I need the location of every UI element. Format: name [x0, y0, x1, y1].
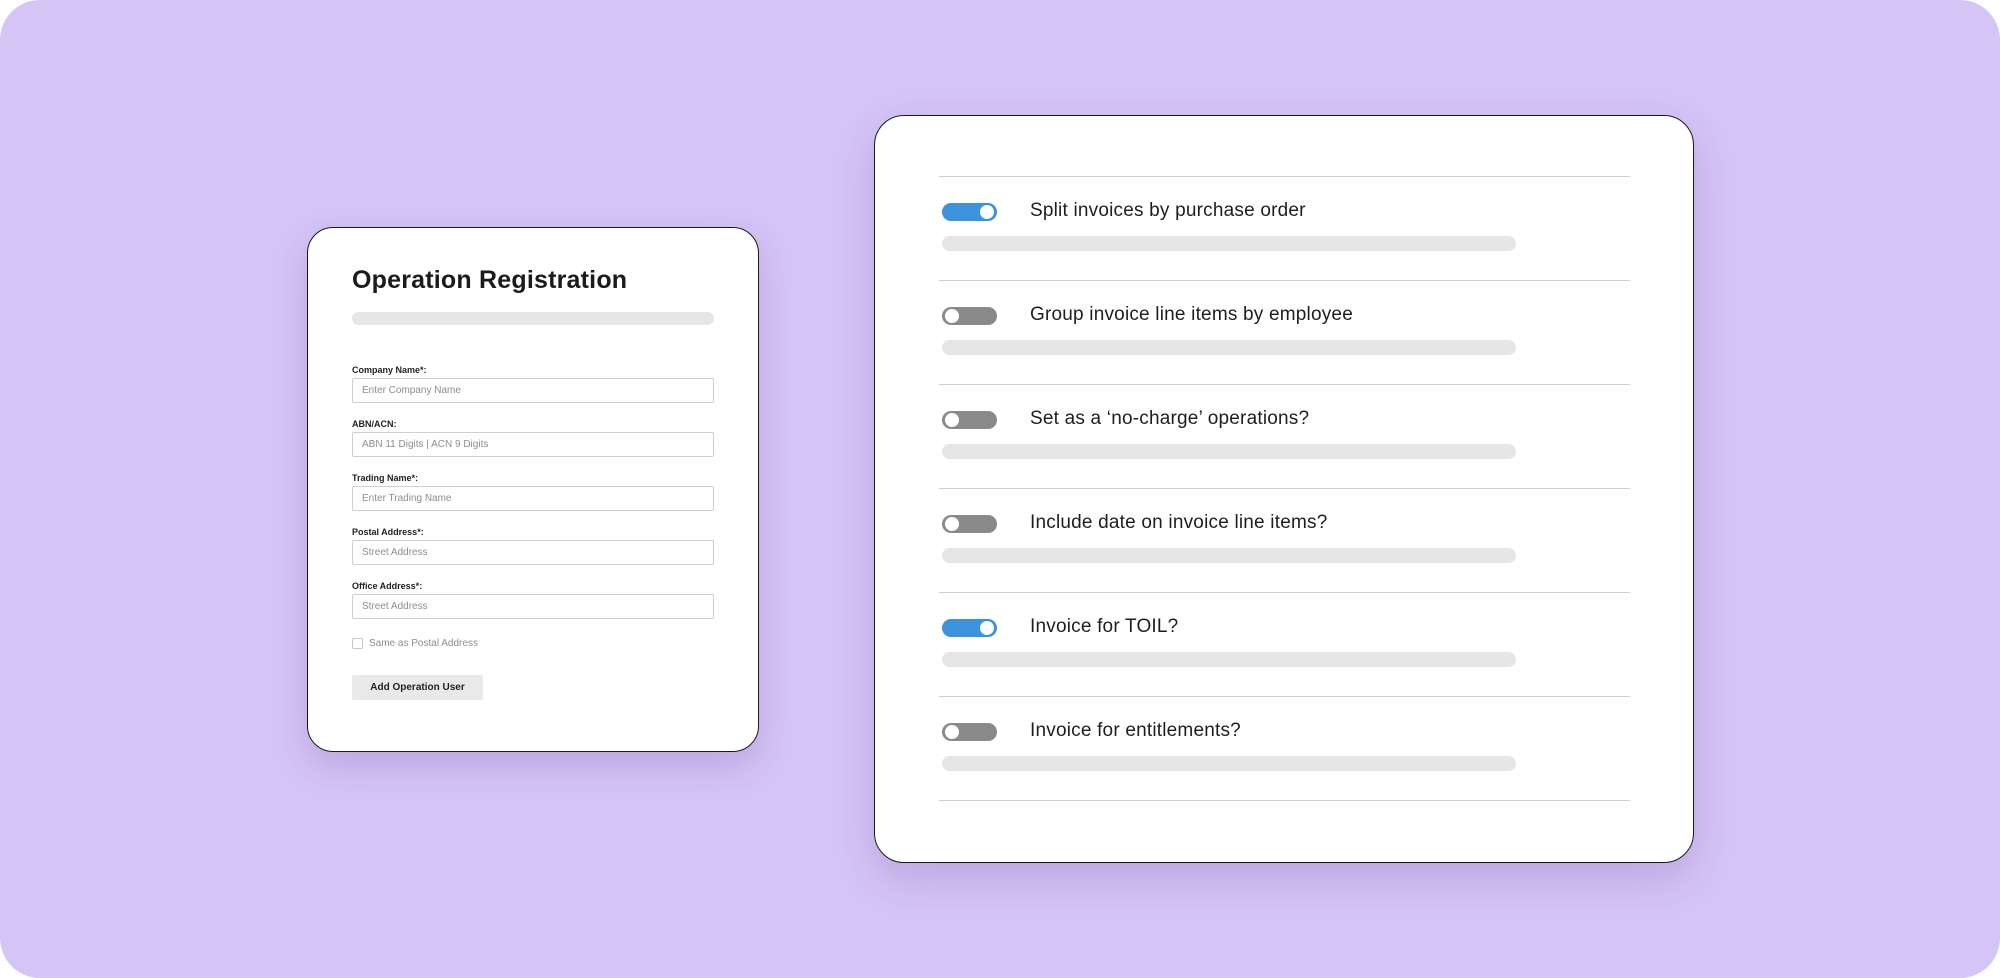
toggle-knob — [945, 413, 959, 427]
same-as-postal-label: Same as Postal Address — [369, 637, 478, 649]
setting-label: Invoice for entitlements? — [1030, 720, 1241, 741]
invoice-entitlements-toggle[interactable] — [942, 723, 997, 741]
setting-description-placeholder-bar — [942, 444, 1516, 459]
toggle-knob — [980, 205, 994, 219]
setting-label: Invoice for TOIL? — [1030, 616, 1179, 637]
setting-label: Set as a ‘no-charge’ operations? — [1030, 408, 1310, 429]
group-by-employee-toggle[interactable] — [942, 307, 997, 325]
trading-name-label: Trading Name*: — [352, 473, 419, 483]
settings-divider — [939, 696, 1630, 697]
trading-name-input[interactable] — [352, 486, 714, 511]
setting-label: Include date on invoice line items? — [1030, 512, 1328, 533]
setting-row-split-by-purchase-order: Split invoices by purchase order — [942, 190, 1632, 270]
settings-divider — [939, 488, 1630, 489]
invoice-toil-toggle[interactable] — [942, 619, 997, 637]
toggle-knob — [945, 309, 959, 323]
add-operation-user-button[interactable]: Add Operation User — [352, 675, 483, 700]
office-address-label: Office Address*: — [352, 581, 423, 591]
include-date-toggle[interactable] — [942, 515, 997, 533]
same-as-postal-checkbox[interactable] — [352, 637, 363, 649]
toggle-knob — [945, 517, 959, 531]
office-address-field: Office Address*: — [352, 580, 714, 619]
setting-row-no-charge: Set as a ‘no-charge’ operations? — [942, 398, 1632, 478]
settings-divider — [939, 280, 1630, 281]
postal-address-field: Postal Address*: — [352, 526, 714, 565]
company-name-label: Company Name*: — [352, 365, 427, 375]
setting-row-invoice-entitlements: Invoice for entitlements? — [942, 710, 1632, 790]
invoice-settings-card: Split invoices by purchase order Group i… — [874, 115, 1694, 863]
company-name-input[interactable] — [352, 378, 714, 403]
trading-name-field: Trading Name*: — [352, 472, 714, 511]
setting-description-placeholder-bar — [942, 340, 1516, 355]
registration-form-card: Operation Registration Company Name*: AB… — [307, 227, 759, 752]
abn-acn-input[interactable] — [352, 432, 714, 457]
setting-description-placeholder-bar — [942, 652, 1516, 667]
settings-divider — [939, 384, 1630, 385]
toggle-knob — [945, 725, 959, 739]
setting-row-include-date: Include date on invoice line items? — [942, 502, 1632, 582]
office-address-input[interactable] — [352, 594, 714, 619]
company-name-field: Company Name*: — [352, 364, 714, 403]
setting-row-invoice-toil: Invoice for TOIL? — [942, 606, 1632, 686]
settings-divider — [939, 592, 1630, 593]
setting-description-placeholder-bar — [942, 756, 1516, 771]
split-by-purchase-order-toggle[interactable] — [942, 203, 997, 221]
no-charge-toggle[interactable] — [942, 411, 997, 429]
setting-description-placeholder-bar — [942, 548, 1516, 563]
setting-label: Split invoices by purchase order — [1030, 200, 1306, 221]
setting-row-group-by-employee: Group invoice line items by employee — [942, 294, 1632, 374]
same-as-postal-row[interactable]: Same as Postal Address — [352, 636, 478, 650]
postal-address-input[interactable] — [352, 540, 714, 565]
canvas-background: Operation Registration Company Name*: AB… — [0, 0, 2000, 978]
setting-description-placeholder-bar — [942, 236, 1516, 251]
form-subtitle-placeholder-bar — [352, 312, 714, 325]
settings-divider — [939, 176, 1630, 177]
abn-acn-label: ABN/ACN: — [352, 419, 397, 429]
setting-label: Group invoice line items by employee — [1030, 304, 1353, 325]
abn-acn-field: ABN/ACN: — [352, 418, 714, 457]
settings-divider — [939, 800, 1630, 801]
postal-address-label: Postal Address*: — [352, 527, 424, 537]
toggle-knob — [980, 621, 994, 635]
form-title: Operation Registration — [352, 266, 628, 294]
